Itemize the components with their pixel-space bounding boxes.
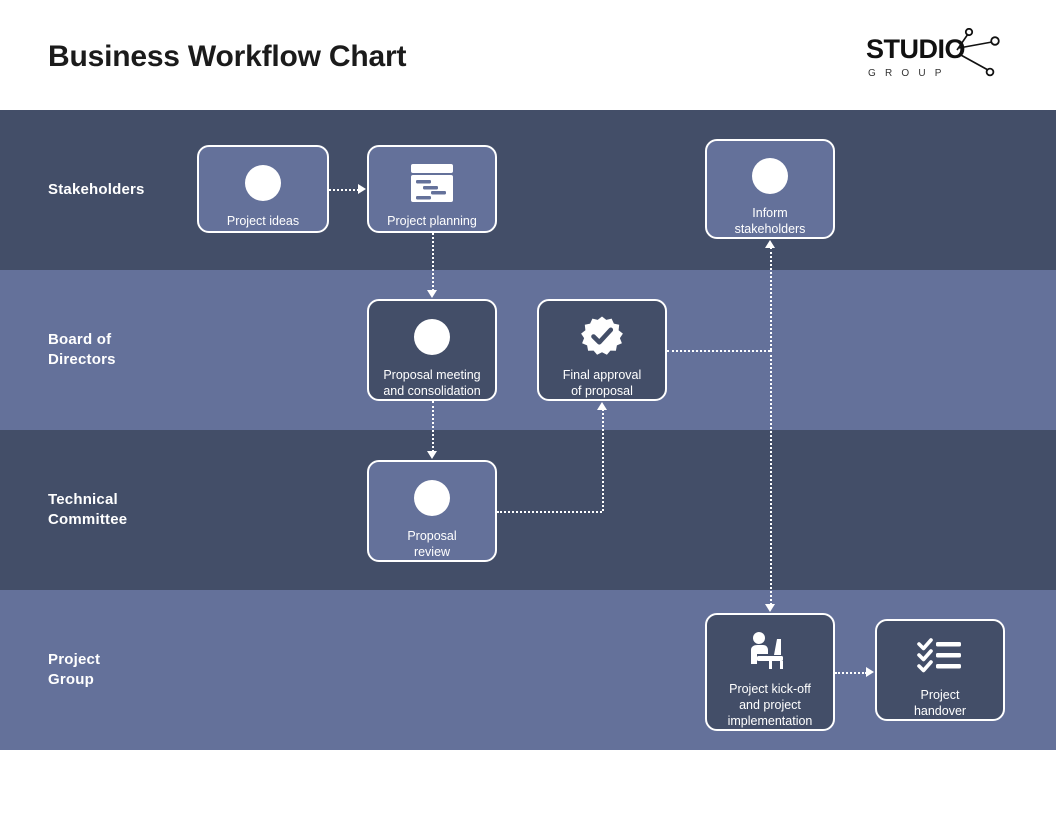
circle-icon [409,314,455,360]
connector-approval-to-trunk [667,350,770,352]
page-title: Business Workflow Chart [48,40,407,73]
circle-icon [409,475,455,521]
arrow-trunk-to-inform [765,240,775,248]
connector-review-to-approval-horizontal [497,511,602,513]
node-inform-stakeholders[interactable]: Inform stakeholders [705,139,835,239]
circle-icon [747,154,793,198]
logo-subtext: G R O U P [868,68,945,79]
node-proposal-review[interactable]: Proposal review [367,460,497,562]
arrow-review-to-approval [597,402,607,410]
lane-band-stakeholders [0,110,1056,270]
plan-document-icon [409,160,455,206]
lane-label-board: Board of Directors [48,331,116,368]
connector-planning-to-meeting [432,233,434,291]
node-project-planning[interactable]: Project planning [367,145,497,233]
person-at-desk-icon [747,628,793,674]
connector-kickoff-to-handover [835,672,867,674]
lane-band-technical [0,430,1056,590]
node-label: Final approval of proposal [562,368,642,398]
node-label: Inform stakeholders [734,206,806,236]
arrow-ideas-to-planning [358,184,366,194]
lane-label-project: Project Group [48,651,101,688]
arrow-planning-to-meeting [427,290,437,298]
network-nodes-icon: STUDIO G R O U P [866,28,1000,79]
node-label: Proposal meeting and consolidation [383,368,481,398]
connector-ideas-to-planning [329,189,359,191]
logo-wordmark: STUDIO [866,34,965,64]
verified-badge-icon [579,314,625,360]
arrow-trunk-to-kickoff [765,604,775,612]
studio-group-logo: STUDIO G R O U P [864,28,1014,86]
connector-trunk-to-inform [770,247,772,350]
node-label: Project ideas [226,214,300,228]
node-project-ideas[interactable]: Project ideas [197,145,329,233]
node-final-approval[interactable]: Final approval of proposal [537,299,667,401]
lane-label-stakeholders: Stakeholders [48,181,145,198]
circle-icon [240,160,286,206]
arrow-meeting-to-review [427,451,437,459]
node-project-kickoff[interactable]: Project kick-off and project implementat… [705,613,835,731]
checklist-icon [917,634,963,680]
lane-band-board [0,270,1056,430]
workflow-chart-page: Business Workflow Chart STUDIO G R O U P [0,0,1056,816]
page-header: Business Workflow Chart STUDIO G R O U P [0,0,1056,110]
node-label: Proposal review [407,529,457,559]
workflow-diagram: Stakeholders Board of Directors Technica… [0,110,1056,750]
connector-meeting-to-review [432,401,434,452]
node-project-handover[interactable]: Project handover [875,619,1005,721]
node-label: Project kick-off and project implementat… [727,682,813,728]
connector-review-to-approval-vertical [602,409,604,511]
node-label: Project planning [387,214,477,228]
connector-trunk-to-kickoff [770,350,772,605]
node-label: Project handover [913,688,967,718]
node-proposal-meeting[interactable]: Proposal meeting and consolidation [367,299,497,401]
arrow-kickoff-to-handover [866,667,874,677]
lane-label-technical: Technical Committee [48,491,128,528]
